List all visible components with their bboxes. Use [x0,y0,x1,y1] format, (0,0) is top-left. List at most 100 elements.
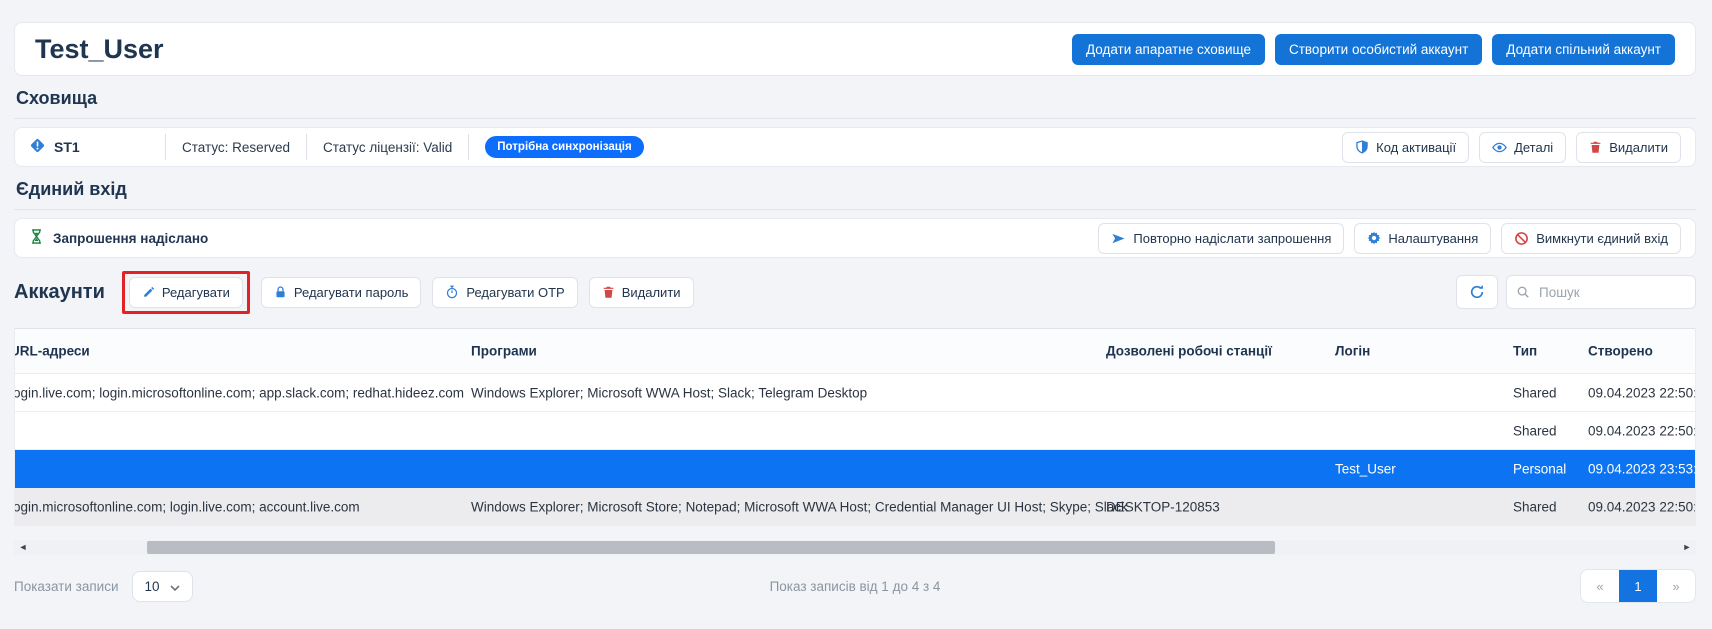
col-header-created[interactable]: Створено [1588,344,1653,359]
table-row-selected[interactable]: Test_User Personal 09.04.2023 23:53:45 [15,450,1695,488]
storage-name-group: ST1 [29,137,149,157]
col-header-login[interactable]: Логін [1335,344,1370,359]
delete-account-button[interactable]: Видалити [589,277,694,308]
storage-actions: Код активації Деталі Видалити [1342,132,1681,163]
page: Test_User Додати апаратне сховище Створи… [0,0,1712,603]
cell-type: Personal [1513,461,1566,476]
lock-icon [274,285,287,299]
divider [165,134,166,160]
resend-invitation-button[interactable]: Повторно надіслати запрошення [1098,223,1344,254]
add-shared-account-button[interactable]: Додати спільний аккаунт [1492,34,1675,65]
sso-row: Запрошення надіслано Повторно надіслати … [14,218,1696,258]
sso-status-group: Запрошення надіслано [29,229,208,247]
shield-icon [1355,140,1369,154]
search-icon [1516,285,1530,299]
cell-urls: login.live.com; login.microsoftonline.co… [14,385,464,400]
divider [306,134,307,160]
storages-section-title: Сховища [14,88,1696,119]
disable-sso-button[interactable]: Вимкнути єдиний вхід [1501,223,1681,254]
hourglass-icon [29,229,44,247]
storage-name: ST1 [54,139,80,155]
page-size-select[interactable]: 10 [132,571,193,602]
edit-account-button[interactable]: Редагувати [129,277,243,308]
cell-created: 09.04.2023 22:50:44 [1588,423,1696,438]
scrollbar-thumb[interactable] [147,541,1275,554]
scrollbar-track[interactable] [32,540,1678,555]
pagination: « 1 » [1580,569,1696,603]
accounts-section-title: Аккаунти [14,281,105,304]
table-row[interactable]: login.microsoftonline.com; login.live.co… [15,488,1695,526]
cell-programs: Windows Explorer; Microsoft WWA Host; Sl… [471,385,867,400]
cell-workstations: DESKTOP-120853 [1106,499,1220,514]
delete-storage-button[interactable]: Видалити [1576,132,1681,163]
scroll-left-arrow-icon[interactable]: ◄ [14,540,32,555]
refresh-button[interactable] [1456,275,1498,309]
disable-sso-label: Вимкнути єдиний вхід [1536,231,1668,246]
storage-row: ST1 Статус: Reserved Статус ліцензії: Va… [14,127,1696,167]
storage-license-status: Статус ліцензії: Valid [323,140,452,155]
col-header-urls[interactable]: URL-адреси [14,344,90,359]
accounts-table: URL-адреси Програми Дозволені робочі ста… [14,328,1696,526]
edit-otp-button[interactable]: Редагувати OTP [432,277,577,308]
sso-section-title: Єдиний вхід [14,179,1696,210]
create-personal-account-button[interactable]: Створити особистий аккаунт [1275,34,1482,65]
delete-account-label: Видалити [622,285,681,300]
cell-type: Shared [1513,423,1557,438]
table-header-row: URL-адреси Програми Дозволені робочі ста… [15,328,1695,374]
page-size-value: 10 [145,579,160,594]
prev-page-button[interactable]: « [1581,570,1619,602]
storage-diamond-icon [29,137,46,157]
accounts-toolbar: Аккаунти Редагувати Редагувати пароль Ре… [14,272,1696,312]
pencil-icon [142,286,155,299]
stopwatch-icon [445,285,459,299]
delete-storage-label: Видалити [1609,140,1668,155]
horizontal-scrollbar: ◄ ► [14,540,1696,555]
refresh-icon [1469,284,1485,300]
search-box [1506,275,1696,309]
scroll-right-arrow-icon[interactable]: ► [1678,540,1696,555]
activation-code-button[interactable]: Код активації [1342,132,1469,163]
cell-created: 09.04.2023 22:50:36 [1588,499,1696,514]
details-label: Деталі [1514,140,1553,155]
col-header-programs[interactable]: Програми [471,344,537,359]
page-size-group: Показати записи 10 [14,571,193,602]
red-annotation-box: Редагувати [122,271,250,314]
ban-icon [1514,231,1529,246]
table-footer: Показати записи 10 Показ записів від 1 д… [14,569,1696,603]
header-card: Test_User Додати апаратне сховище Створи… [14,22,1696,76]
cell-programs: Windows Explorer; Microsoft Store; Notep… [471,499,1128,514]
divider [468,134,469,160]
cell-urls: login.microsoftonline.com; login.live.co… [14,499,360,514]
trash-icon [1589,140,1602,154]
page-size-label: Показати записи [14,579,119,594]
cell-login: Test_User [1335,461,1396,476]
cell-type: Shared [1513,385,1557,400]
add-hardware-storage-button[interactable]: Додати апаратне сховище [1072,34,1265,65]
records-info: Показ записів від 1 до 4 з 4 [770,579,941,594]
sso-settings-button[interactable]: Налаштування [1354,223,1491,254]
edit-password-button[interactable]: Редагувати пароль [261,277,421,308]
chevron-down-icon [170,579,180,594]
edit-password-label: Редагувати пароль [294,285,408,300]
col-header-workstations[interactable]: Дозволені робочі станції [1106,344,1272,359]
edit-otp-label: Редагувати OTP [466,285,564,300]
next-page-button[interactable]: » [1657,570,1695,602]
details-button[interactable]: Деталі [1479,132,1566,163]
sso-settings-label: Налаштування [1388,231,1478,246]
page-title: Test_User [35,34,164,65]
current-page-button[interactable]: 1 [1619,570,1657,602]
storage-status: Статус: Reserved [182,140,290,155]
cell-type: Shared [1513,499,1557,514]
search-input[interactable] [1506,275,1696,309]
table-row[interactable]: login.live.com; login.microsoftonline.co… [15,374,1695,412]
gear-icon [1367,231,1381,245]
col-header-type[interactable]: Тип [1513,344,1537,359]
cell-created: 09.04.2023 22:50:32 [1588,385,1696,400]
table-row[interactable]: Shared 09.04.2023 22:50:44 [15,412,1695,450]
header-actions: Додати апаратне сховище Створити особист… [1072,34,1675,65]
edit-account-label: Редагувати [162,285,230,300]
resend-invitation-label: Повторно надіслати запрошення [1133,231,1331,246]
accounts-toolbar-right [1456,275,1696,309]
eye-icon [1492,140,1507,155]
sso-status-text: Запрошення надіслано [53,231,208,246]
